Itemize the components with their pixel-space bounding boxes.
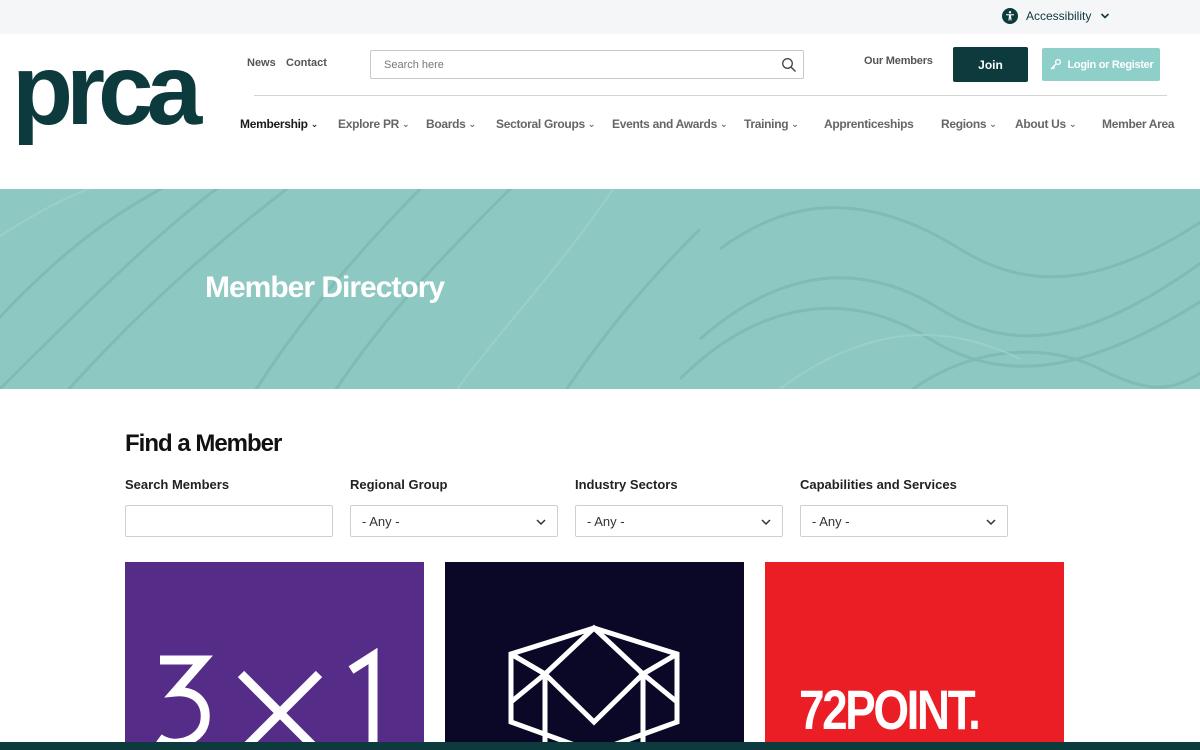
search-icon[interactable]	[781, 57, 797, 73]
nav-item-member-area[interactable]: Member Area	[1102, 117, 1175, 131]
our-members-link[interactable]: Our Members	[864, 55, 933, 67]
chevron-down-icon: ⌄	[791, 118, 799, 129]
capabilities-services-value: - Any -	[812, 514, 850, 529]
main-navigation: Membership ⌄ Explore PR ⌄ Boards ⌄ Sectoral…	[0, 117, 1200, 135]
key-icon	[1050, 58, 1061, 70]
contact-link[interactable]: Contact	[286, 57, 327, 69]
industry-sectors-select[interactable]: - Any -	[575, 505, 783, 537]
nav-item-about-us[interactable]: About Us ⌄	[1015, 117, 1076, 131]
nav-item-boards[interactable]: Boards ⌄	[426, 117, 476, 131]
nav-item-events-awards[interactable]: Events and Awards ⌄	[612, 117, 728, 131]
chevron-down-icon	[1101, 13, 1110, 19]
nav-item-regions[interactable]: Regions ⌄	[941, 117, 997, 131]
member-logo-3x1	[156, 647, 378, 750]
chevron-down-icon: ⌄	[587, 118, 596, 129]
chevron-down-icon: ⌄	[402, 118, 410, 129]
chevron-down-icon: ⌄	[468, 118, 477, 129]
nav-item-membership[interactable]: Membership ⌄	[240, 117, 318, 131]
industry-sectors-value: - Any -	[587, 514, 625, 529]
nav-label: Boards	[426, 117, 466, 131]
nav-label: Explore PR	[338, 117, 400, 131]
page-title: Member Directory	[205, 271, 445, 304]
hero-banner: Member Directory	[0, 189, 1200, 389]
chevron-down-icon: ⌄	[989, 118, 997, 129]
chevron-down-icon	[986, 519, 996, 526]
header-divider	[254, 95, 1167, 96]
login-register-button[interactable]: Login or Register	[1042, 48, 1160, 81]
capabilities-services-select[interactable]: - Any -	[800, 505, 1008, 537]
search-members-input[interactable]	[125, 505, 333, 537]
member-logo-hexagon	[508, 624, 680, 750]
industry-sectors-label: Industry Sectors	[575, 477, 678, 492]
accessibility-icon	[1002, 8, 1018, 24]
nav-item-apprenticeships[interactable]: Apprenticeships	[824, 117, 914, 131]
member-card[interactable]: 72POINT.	[765, 562, 1064, 750]
nav-label: Training	[744, 117, 789, 131]
search-members-label: Search Members	[125, 477, 230, 492]
site-search	[370, 50, 804, 79]
chevron-down-icon	[536, 519, 546, 526]
regional-group-value: - Any -	[362, 514, 400, 529]
bottom-bar	[0, 742, 1200, 750]
accessibility-menu[interactable]: Accessibility	[1002, 7, 1111, 25]
nav-label: Sectoral Groups	[496, 117, 585, 131]
regional-group-label: Regional Group	[350, 477, 448, 492]
nav-label: Member Area	[1102, 117, 1175, 131]
member-logo-72point: 72POINT.	[799, 678, 981, 741]
hero-wave-pattern	[0, 189, 1200, 389]
nav-label: About Us	[1015, 117, 1066, 131]
regional-group-select[interactable]: - Any -	[350, 505, 558, 537]
capabilities-services-label: Capabilities and Services	[800, 477, 957, 492]
join-button[interactable]: Join	[953, 47, 1028, 82]
nav-item-training[interactable]: Training ⌄	[744, 117, 799, 131]
chevron-down-icon: ⌄	[310, 118, 319, 129]
chevron-down-icon: ⌄	[1068, 118, 1077, 129]
member-card[interactable]	[125, 562, 424, 750]
accessibility-label: Accessibility	[1026, 9, 1092, 23]
login-register-label: Login or Register	[1067, 58, 1154, 71]
nav-item-explore-pr[interactable]: Explore PR ⌄	[338, 117, 410, 131]
news-link[interactable]: News	[247, 57, 276, 69]
utility-bar: Accessibility	[0, 0, 1200, 34]
nav-label: Membership	[240, 117, 308, 131]
nav-label: Apprenticeships	[824, 117, 914, 131]
nav-label: Events and Awards	[612, 117, 717, 131]
nav-label: Regions	[941, 117, 987, 131]
nav-item-sectoral-groups[interactable]: Sectoral Groups ⌄	[496, 117, 595, 131]
find-member-heading: Find a Member	[125, 430, 282, 457]
chevron-down-icon: ⌄	[719, 118, 728, 129]
member-card[interactable]	[445, 562, 744, 750]
chevron-down-icon	[761, 519, 771, 526]
search-input[interactable]	[371, 51, 771, 78]
